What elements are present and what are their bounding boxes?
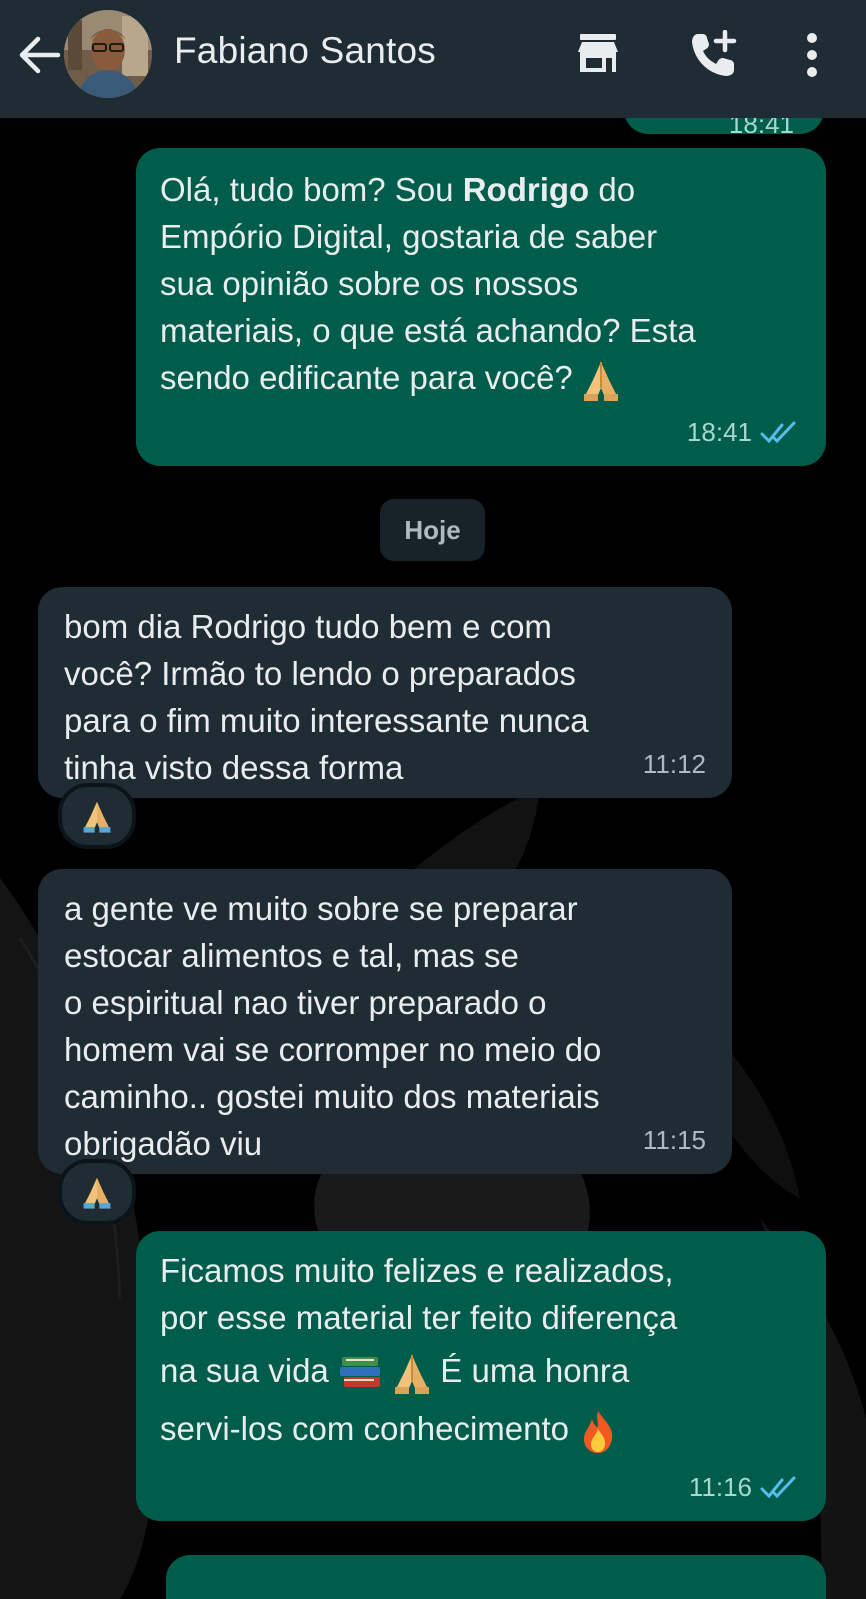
folded-hands-emoji [395,1355,430,1395]
message-reaction[interactable] [58,783,136,849]
message-time: 11:15 [642,1125,706,1155]
read-receipt-icon [760,421,796,443]
message-time: 11:12 [642,749,706,779]
message-meta: 11:12 [643,741,706,788]
chat-area[interactable]: 18:41 Olá, tudo bom? Sou Rodrigo do Empó… [0,118,866,1599]
message-reaction[interactable] [58,1159,136,1225]
message-text: Ficamos muito felizes e realizados, por … [160,1247,677,1455]
contact-name[interactable]: Fabiano Santos [174,30,436,72]
message-meta: 11:15 [643,1117,706,1164]
read-receipt-icon [760,1476,796,1498]
message-bubble-incoming[interactable]: bom dia Rodrigo tudo bem e com você? Irm… [38,587,732,798]
message-meta: 11:16 [689,1464,800,1511]
message-time: 18:41 [686,417,752,447]
chat-header: Fabiano Santos [0,0,866,118]
message-bubble-partial-top[interactable]: 18:41 [624,118,824,139]
back-arrow-icon[interactable] [18,30,62,80]
add-call-icon[interactable] [688,30,738,80]
folded-hands-emoji [83,1177,111,1209]
message-meta: 18:41 [687,409,800,456]
message-time: 11:16 [688,1472,752,1502]
message-bubble-outgoing[interactable]: Ficamos muito felizes e realizados, por … [136,1231,826,1521]
message-bubble-partial-bottom[interactable] [166,1555,826,1599]
message-time: 18:41 [728,118,794,139]
folded-hands-emoji [583,362,618,402]
books-emoji [339,1357,380,1388]
fire-emoji [584,1410,613,1453]
message-bubble-incoming[interactable]: a gente ve muito sobre se preparar estoc… [38,869,732,1174]
message-text: bom dia Rodrigo tudo bem e com você? Irm… [64,608,589,786]
shop-icon[interactable] [574,30,622,78]
message-text: Olá, tudo bom? Sou Rodrigo do Empório Di… [160,166,696,402]
folded-hands-emoji [83,801,111,833]
message-bubble-outgoing[interactable]: Olá, tudo bom? Sou Rodrigo do Empório Di… [136,148,826,466]
date-divider: Hoje [380,499,485,561]
message-text: a gente ve muito sobre se preparar estoc… [64,890,602,1162]
avatar[interactable] [64,10,152,98]
more-vert-icon[interactable] [800,30,824,80]
